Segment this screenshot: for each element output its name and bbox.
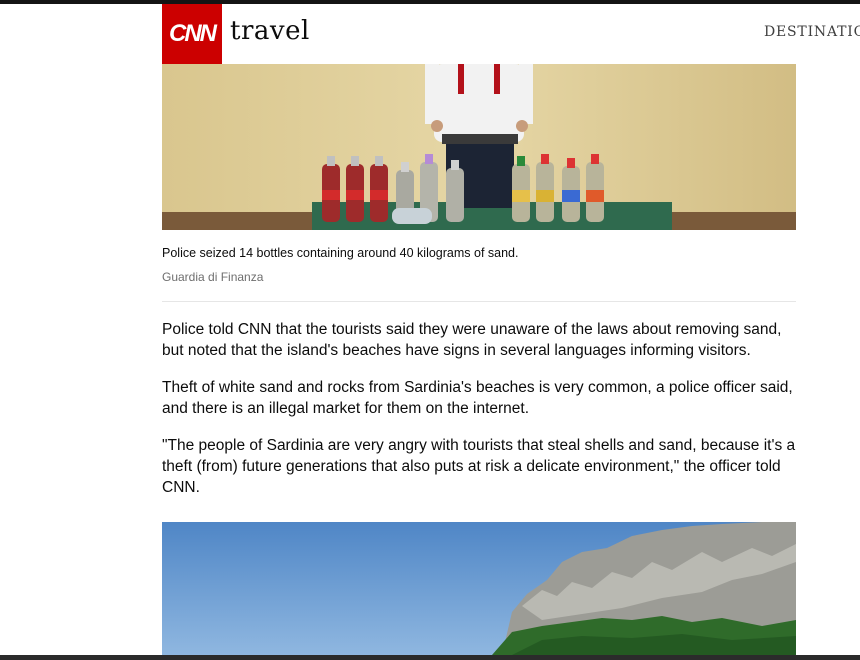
article-photo-seized-bottles[interactable] — [162, 64, 796, 230]
sardinia-cliff-illustration — [162, 522, 796, 655]
browser-bottom-edge — [0, 655, 860, 660]
nav-destinations-link[interactable]: DESTINATIONS — [764, 24, 860, 40]
article-paragraph: "The people of Sardinia are very angry w… — [162, 437, 796, 496]
caption-divider — [162, 301, 796, 302]
section-title-travel[interactable]: travel — [230, 16, 310, 46]
seized-bottles-illustration — [162, 64, 796, 230]
article-photo-sardinia-cliff[interactable] — [162, 522, 796, 655]
article-paragraph: Police told CNN that the tourists said t… — [162, 321, 782, 359]
site-header: CNN travel DESTINATIONS — [0, 4, 860, 64]
cnn-logo[interactable]: CNN — [162, 4, 222, 64]
photo-caption: Police seized 14 bottles containing arou… — [162, 246, 519, 260]
article-paragraph: Theft of white sand and rocks from Sardi… — [162, 379, 793, 417]
photo-credit: Guardia di Finanza — [162, 270, 264, 284]
